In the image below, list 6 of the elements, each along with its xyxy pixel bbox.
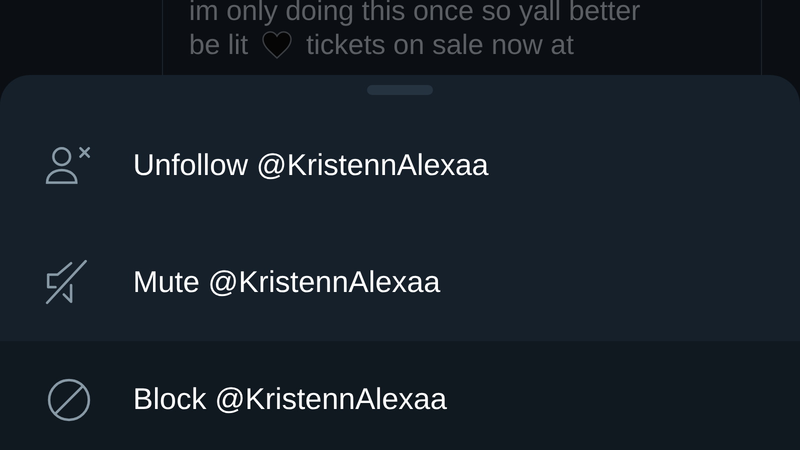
tweet-text: be lit [189, 28, 248, 62]
tweet-text: tickets on sale now at [306, 28, 574, 62]
menu-item[interactable]: Unfollow @KristennAlexaa [0, 107, 800, 224]
menu-item[interactable]: Mute @KristennAlexaa [0, 224, 800, 341]
heart-icon [262, 31, 292, 59]
tweet-text: im only doing this once so yall better [189, 0, 640, 28]
